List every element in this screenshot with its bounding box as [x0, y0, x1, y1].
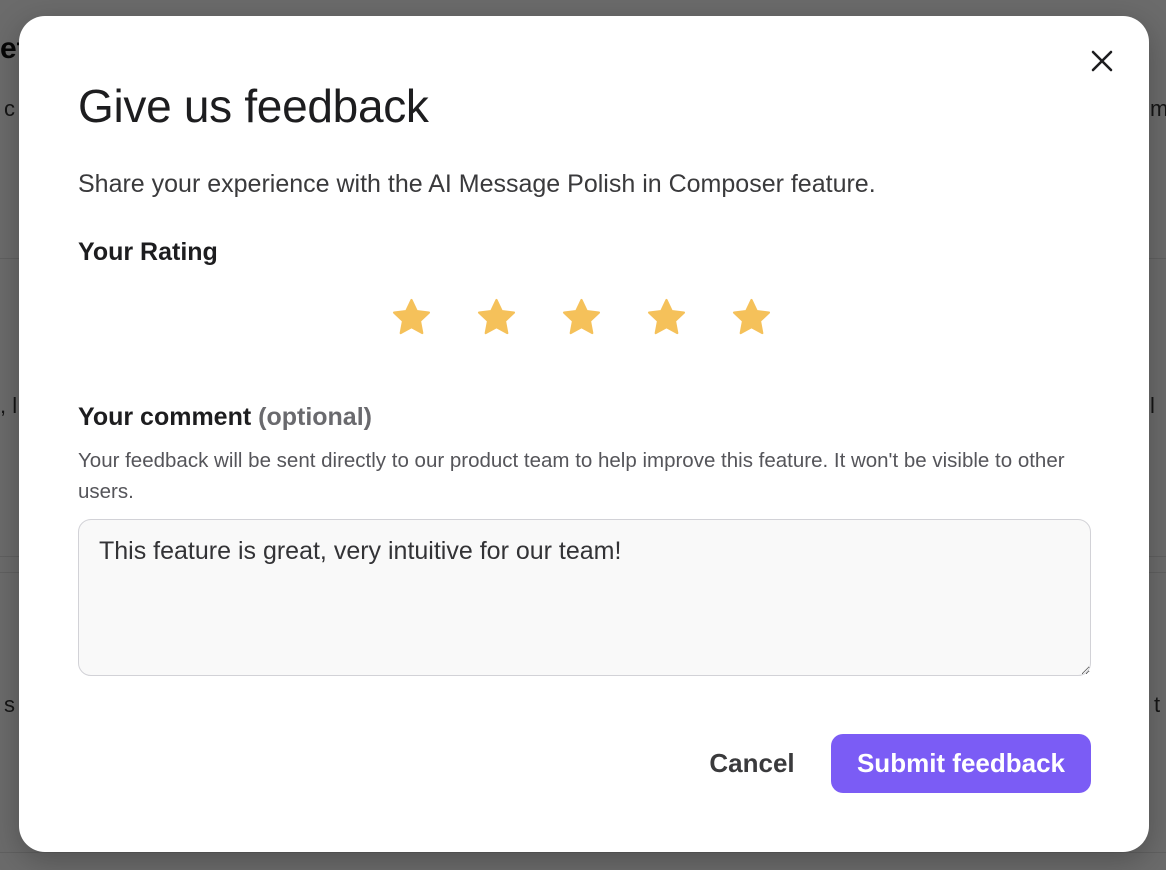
star-icon-3[interactable] [560, 296, 603, 339]
close-icon [1091, 50, 1113, 72]
star-icon-2[interactable] [475, 296, 518, 339]
comment-label: Your comment (optional) [78, 400, 372, 434]
comment-textarea[interactable]: This feature is great, very intuitive fo… [78, 519, 1091, 676]
comment-help-text: Your feedback will be sent directly to o… [78, 449, 1065, 503]
star-icon-4[interactable] [645, 296, 688, 339]
close-button[interactable] [1087, 46, 1117, 76]
modal-title: Give us feedback [78, 80, 429, 132]
optional-label: (optional) [258, 403, 372, 431]
modal-subtitle: Share your experience with the AI Messag… [78, 170, 876, 198]
rating-label: Your Rating [78, 238, 218, 266]
submit-feedback-button[interactable]: Submit feedback [831, 734, 1091, 793]
star-rating [390, 296, 773, 339]
feedback-modal: Give us feedback Share your experience w… [19, 16, 1149, 852]
comment-label-text: Your comment [78, 403, 252, 431]
star-icon-1[interactable] [390, 296, 433, 339]
star-icon-5[interactable] [730, 296, 773, 339]
cancel-button[interactable]: Cancel [687, 734, 817, 793]
